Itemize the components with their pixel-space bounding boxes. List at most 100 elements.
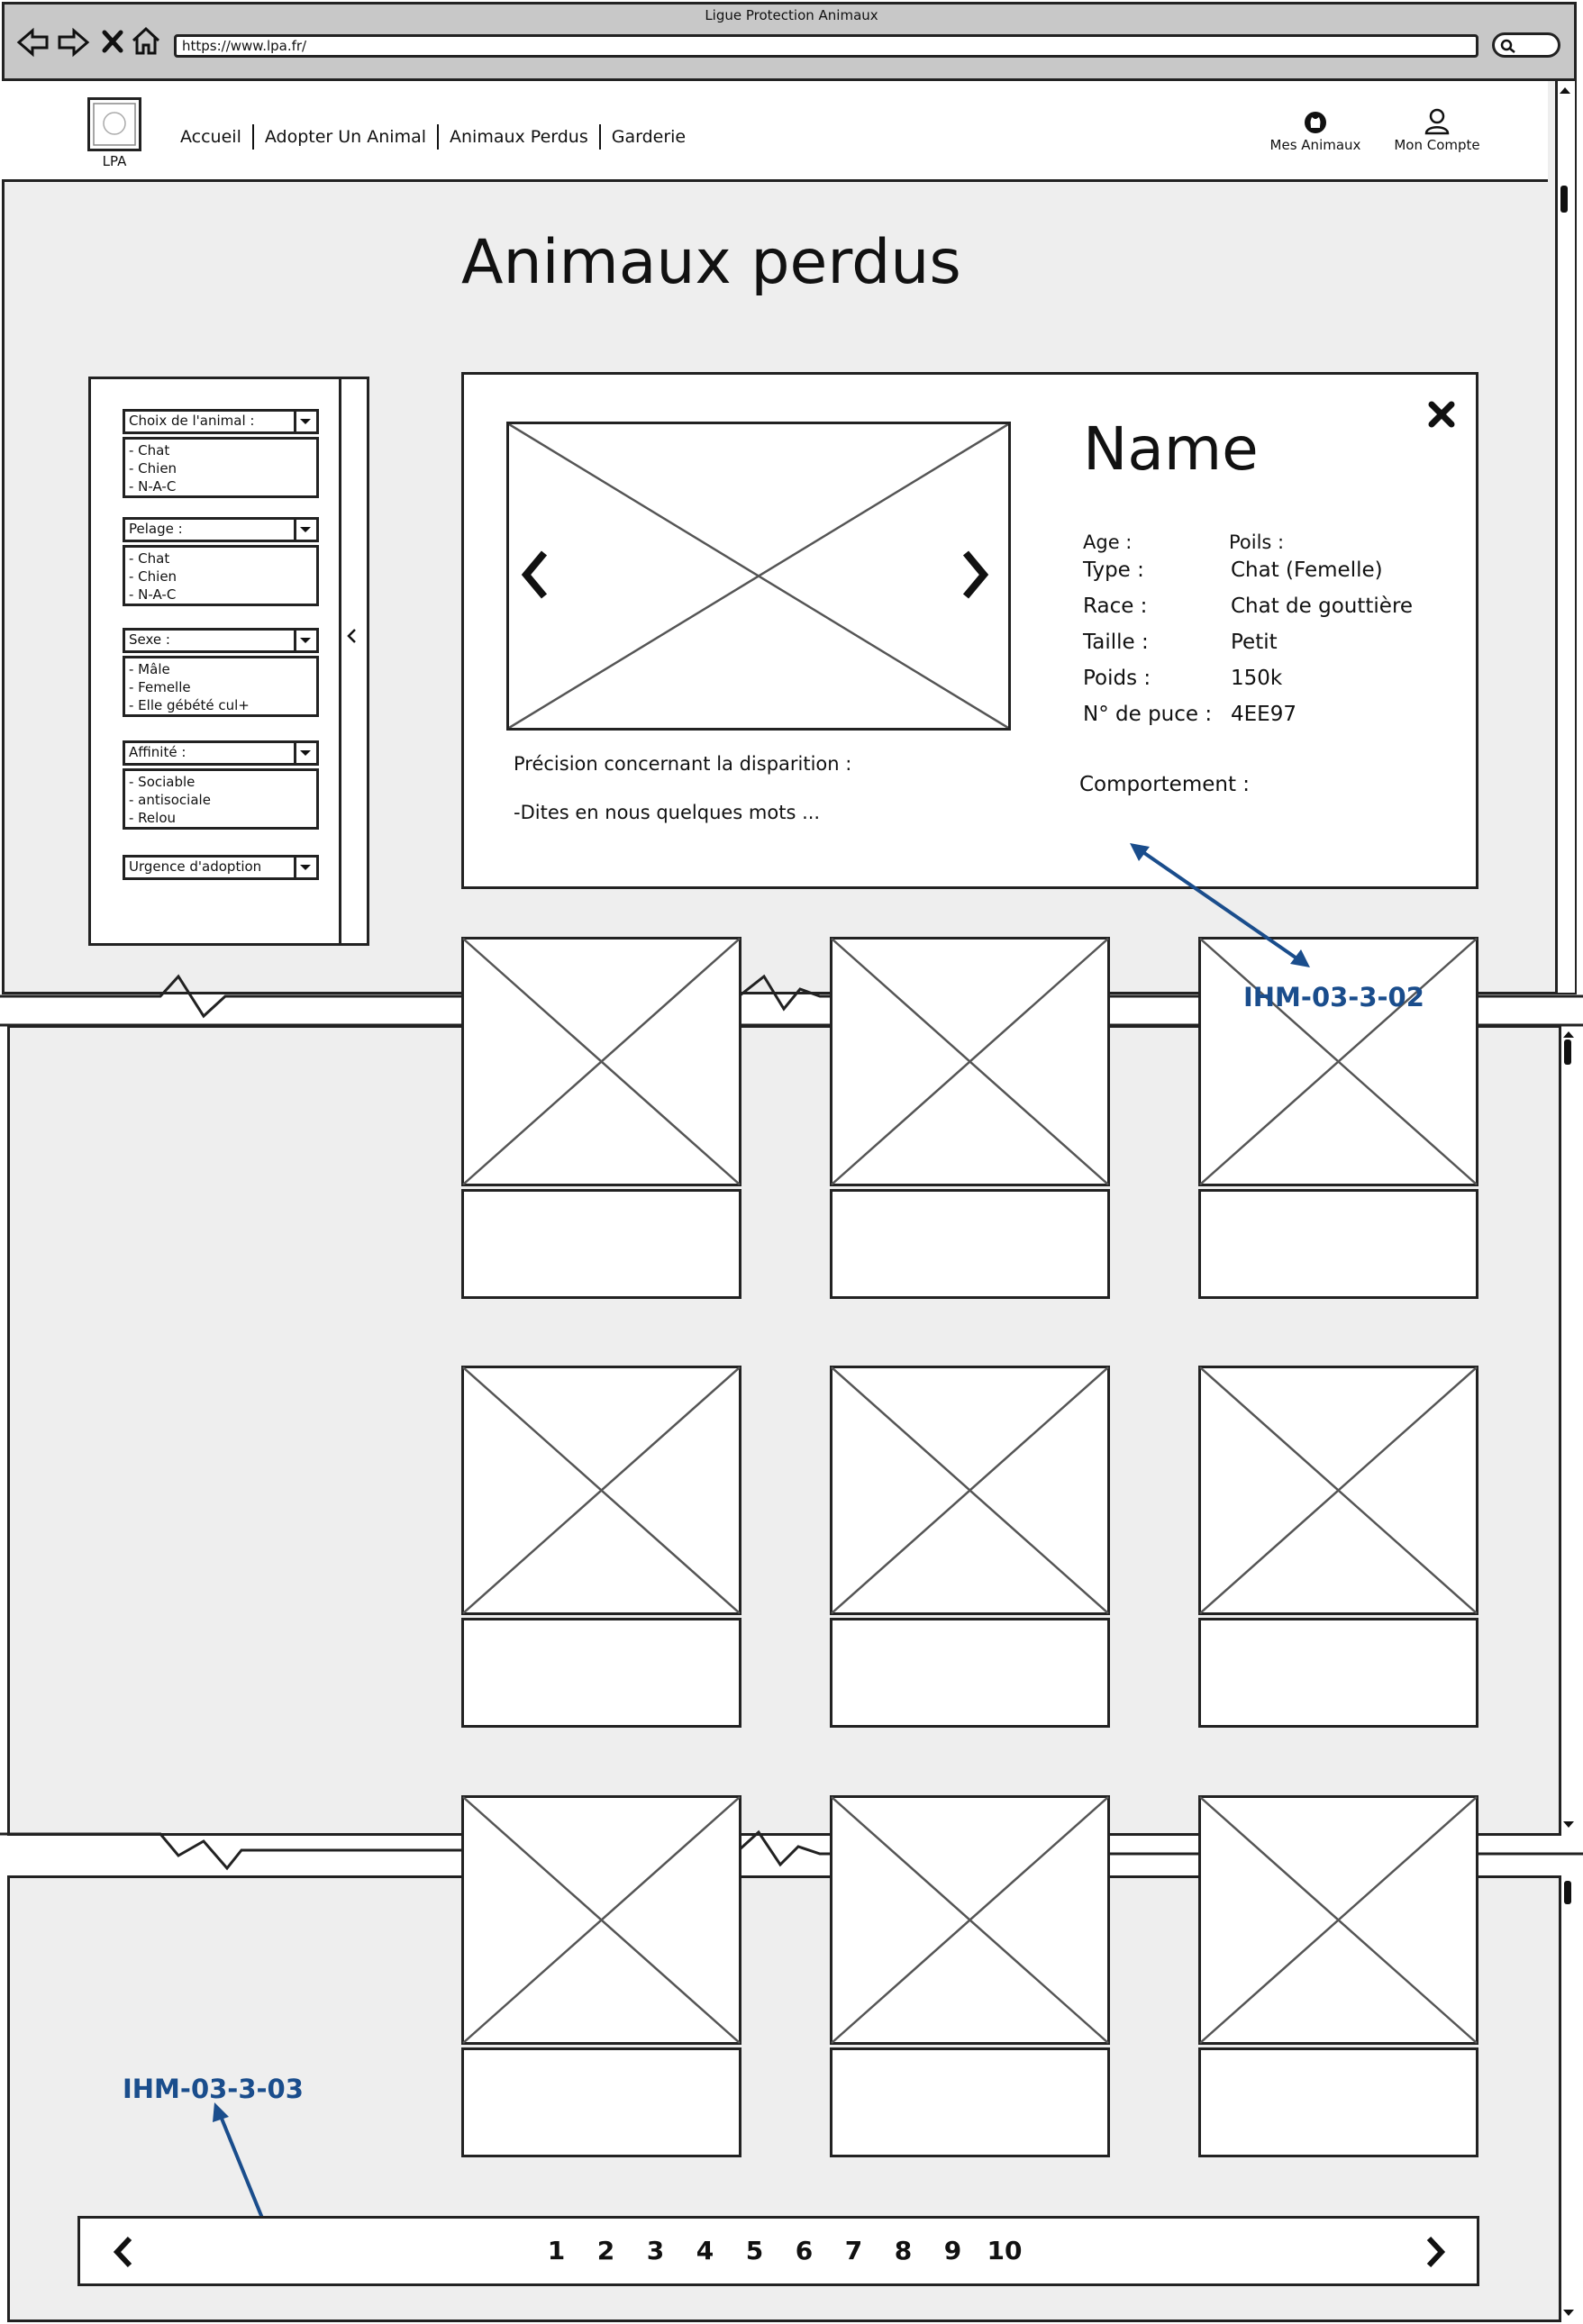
- card-caption-box: [830, 1189, 1110, 1299]
- dropdown-select[interactable]: Pelage :: [123, 517, 319, 542]
- weight-label: Poids :: [1083, 667, 1151, 690]
- my-account-link[interactable]: Mon Compte: [1378, 108, 1496, 153]
- nav-accueil[interactable]: Accueil: [180, 127, 252, 147]
- github-icon: [1305, 112, 1326, 133]
- list-item[interactable]: - N-A-C: [129, 477, 313, 495]
- logo[interactable]: [87, 97, 141, 151]
- option-list: - Chat - Chien - N-A-C: [123, 545, 319, 606]
- main-nav: Accueil Adopter Un Animal Animaux Perdus…: [180, 124, 686, 150]
- back-icon[interactable]: [16, 27, 50, 58]
- annotation-label: IHM-03-3-03: [123, 2074, 304, 2104]
- animal-card[interactable]: [461, 1795, 741, 2157]
- home-icon[interactable]: [131, 25, 161, 56]
- list-item[interactable]: - Chat: [129, 549, 313, 567]
- image-placeholder: [830, 937, 1110, 1186]
- page-number[interactable]: 2: [581, 2236, 631, 2265]
- list-item[interactable]: - N-A-C: [129, 586, 313, 604]
- dropdown-select[interactable]: Affinité :: [123, 740, 319, 766]
- nav-garderie[interactable]: Garderie: [601, 127, 686, 147]
- animal-card[interactable]: [830, 1795, 1110, 2157]
- card-caption-box: [1198, 2047, 1478, 2157]
- page-title: Animaux perdus: [461, 227, 961, 298]
- list-item[interactable]: - Chien: [129, 459, 313, 477]
- nav-adopter[interactable]: Adopter Un Animal: [254, 127, 437, 147]
- forward-icon[interactable]: [56, 27, 90, 58]
- option-list: - Mâle - Femelle - Elle gébété cul+: [123, 656, 319, 717]
- chevron-down-icon: [294, 631, 316, 650]
- scrollbar-track[interactable]: [1559, 1875, 1578, 2322]
- page-number[interactable]: 1: [532, 2236, 581, 2265]
- nav-animaux-perdus[interactable]: Animaux Perdus: [439, 127, 599, 147]
- list-item[interactable]: - antisociale: [129, 791, 313, 809]
- page-number[interactable]: 7: [829, 2236, 878, 2265]
- animal-card[interactable]: [830, 937, 1110, 1299]
- browser-search-box[interactable]: [1492, 32, 1560, 58]
- sidebar-collapse-bar[interactable]: [339, 377, 369, 946]
- detail-attributes: Age : Poils : Type : Chat (Femelle) Race…: [1083, 531, 1461, 739]
- pagination-prev-icon[interactable]: [112, 2236, 135, 2268]
- card-caption-box: [461, 1189, 741, 1299]
- dropdown-label: Choix de l'animal :: [129, 413, 255, 429]
- page-number[interactable]: 6: [779, 2236, 829, 2265]
- close-icon[interactable]: [1427, 400, 1456, 429]
- list-item[interactable]: - Chat: [129, 441, 313, 459]
- page-number[interactable]: 5: [730, 2236, 779, 2265]
- carousel-prev-icon[interactable]: [519, 549, 551, 600]
- hair-label: Poils :: [1229, 531, 1285, 553]
- dropdown-label: Pelage :: [129, 521, 183, 537]
- image-carousel: [506, 422, 1011, 731]
- list-item[interactable]: - Femelle: [129, 678, 313, 696]
- size-label: Taille :: [1083, 631, 1149, 654]
- card-caption-box: [461, 2047, 741, 2157]
- dropdown-select[interactable]: Urgence d'adoption: [123, 855, 319, 880]
- race-value: Chat de gouttière: [1231, 595, 1414, 618]
- card-caption-box: [461, 1618, 741, 1728]
- scrollbar-thumb[interactable]: [1564, 1039, 1571, 1065]
- card-caption-box: [1198, 1189, 1478, 1299]
- page-number[interactable]: 4: [680, 2236, 730, 2265]
- page-number[interactable]: 8: [878, 2236, 928, 2265]
- scrollbar-track[interactable]: [1559, 1025, 1578, 1836]
- scrollbar-track[interactable]: [1555, 81, 1575, 993]
- type-value: Chat (Femelle): [1231, 558, 1383, 582]
- animal-card[interactable]: [1198, 1795, 1478, 2157]
- animal-card-grid: [461, 937, 1479, 2162]
- list-item[interactable]: - Chien: [129, 567, 313, 586]
- dropdown-select[interactable]: Sexe :: [123, 628, 319, 653]
- behaviour-label: Comportement :: [1079, 773, 1251, 796]
- animal-card[interactable]: [830, 1366, 1110, 1728]
- image-placeholder: [830, 1795, 1110, 2045]
- annotation-label: IHM-03-3-02: [1243, 982, 1424, 1012]
- image-placeholder: [461, 937, 741, 1186]
- page-number[interactable]: 3: [631, 2236, 680, 2265]
- animal-card[interactable]: [1198, 1366, 1478, 1728]
- logo-emblem-icon: [93, 103, 136, 146]
- chip-value: 4EE97: [1231, 703, 1296, 726]
- scrollbar-thumb[interactable]: [1560, 186, 1568, 213]
- animal-card[interactable]: [461, 1366, 741, 1728]
- dropdown-label: Urgence d'adoption: [129, 858, 262, 875]
- animal-card[interactable]: [461, 937, 741, 1299]
- list-item[interactable]: - Relou: [129, 809, 313, 827]
- url-text: https://www.lpa.fr/: [182, 38, 307, 54]
- page-number[interactable]: 9: [928, 2236, 978, 2265]
- pagination-next-icon[interactable]: [1424, 2236, 1447, 2268]
- scroll-down-icon[interactable]: [1561, 2308, 1576, 2319]
- stop-icon[interactable]: [101, 29, 124, 54]
- chevron-down-icon: [294, 858, 316, 877]
- list-item[interactable]: - Sociable: [129, 773, 313, 791]
- dropdown-label: Affinité :: [129, 744, 187, 760]
- collapse-chevron-icon[interactable]: [345, 627, 359, 645]
- disappearance-text: -Dites en nous quelques mots ...: [514, 802, 821, 823]
- pagination-pages: 1 2 3 4 5 6 7 8 9 10: [532, 2236, 1032, 2265]
- page-number[interactable]: 10: [978, 2236, 1032, 2265]
- my-pets-link[interactable]: Mes Animaux: [1257, 110, 1374, 153]
- list-item[interactable]: - Elle gébété cul+: [129, 696, 313, 714]
- scroll-up-icon[interactable]: [1558, 85, 1572, 95]
- carousel-next-icon[interactable]: [959, 549, 991, 600]
- dropdown-select[interactable]: Choix de l'animal :: [123, 409, 319, 434]
- user-icon: [1424, 108, 1450, 135]
- list-item[interactable]: - Mâle: [129, 660, 313, 678]
- url-bar[interactable]: https://www.lpa.fr/: [174, 34, 1478, 58]
- my-pets-label: Mes Animaux: [1269, 137, 1361, 153]
